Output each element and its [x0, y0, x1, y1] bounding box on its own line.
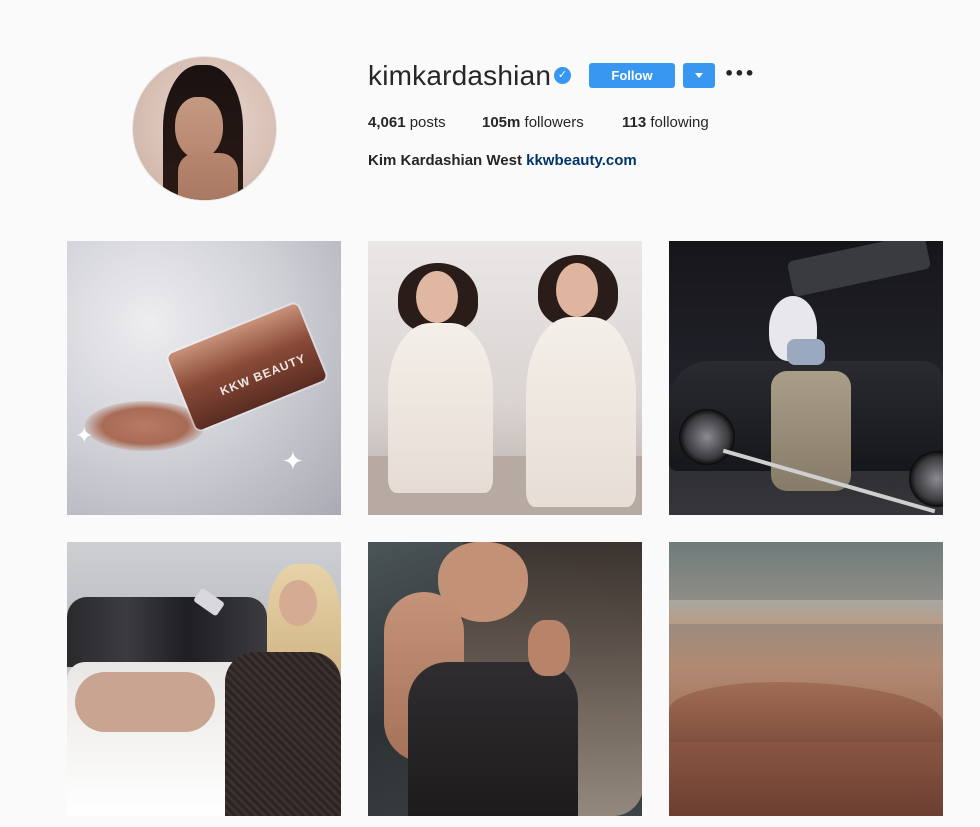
- car-wheel: [679, 409, 735, 465]
- followers-label: followers: [520, 114, 584, 131]
- posts-label: posts: [405, 114, 446, 131]
- profile-bio: Kim Kardashian West kkwbeauty.com: [368, 152, 637, 169]
- canyon-foreground: [669, 742, 943, 816]
- sparkle-icon: ✦: [282, 446, 304, 476]
- follow-button[interactable]: Follow: [589, 63, 675, 88]
- child-left-face: [416, 271, 458, 323]
- profile-username: kimkardashian: [368, 60, 552, 91]
- bio-full-name: Kim Kardashian West: [368, 152, 522, 169]
- product-jar: [166, 302, 328, 432]
- post-thumbnail-1[interactable]: KKW BEAUTY ✦ ✦: [67, 241, 341, 515]
- post-thumbnail-4[interactable]: [67, 542, 341, 816]
- bio-website-link[interactable]: kkwbeauty.com: [526, 152, 637, 169]
- stat-posts: 4,061 posts: [368, 114, 446, 131]
- stat-followers[interactable]: 105m followers: [482, 114, 584, 131]
- post-thumbnail-2[interactable]: [368, 241, 642, 515]
- car-door-open: [786, 241, 932, 298]
- following-count: 113: [622, 114, 647, 131]
- followers-count: 105m: [482, 114, 521, 131]
- more-options-button[interactable]: •••: [724, 65, 755, 83]
- post-thumbnail-6[interactable]: [669, 542, 943, 816]
- child-left-dress: [388, 323, 493, 493]
- child-right-face: [556, 263, 598, 317]
- avatar-neck: [178, 153, 238, 200]
- post-thumbnail-3[interactable]: [669, 241, 943, 515]
- chevron-down-icon: [695, 73, 703, 78]
- stat-following[interactable]: 113 following: [622, 114, 709, 131]
- avatar-face: [175, 97, 223, 159]
- glitter-pile: [85, 401, 205, 451]
- sparkle-icon: ✦: [75, 423, 94, 448]
- posts-count: 4,061: [368, 114, 406, 131]
- person-top: [787, 339, 825, 365]
- woman-swimsuit: [408, 662, 578, 816]
- horizon-haze: [669, 600, 943, 624]
- child-right-dress: [526, 317, 636, 507]
- woman-dress: [225, 652, 341, 816]
- profile-avatar[interactable]: [132, 56, 277, 201]
- people-on-bed: [75, 672, 215, 732]
- following-label: following: [646, 114, 709, 131]
- woman-hand: [528, 620, 570, 676]
- suggestions-dropdown-button[interactable]: [683, 63, 715, 88]
- post-thumbnail-5[interactable]: [368, 542, 642, 816]
- woman-face: [279, 580, 317, 626]
- verified-badge-icon: ✓: [554, 67, 571, 84]
